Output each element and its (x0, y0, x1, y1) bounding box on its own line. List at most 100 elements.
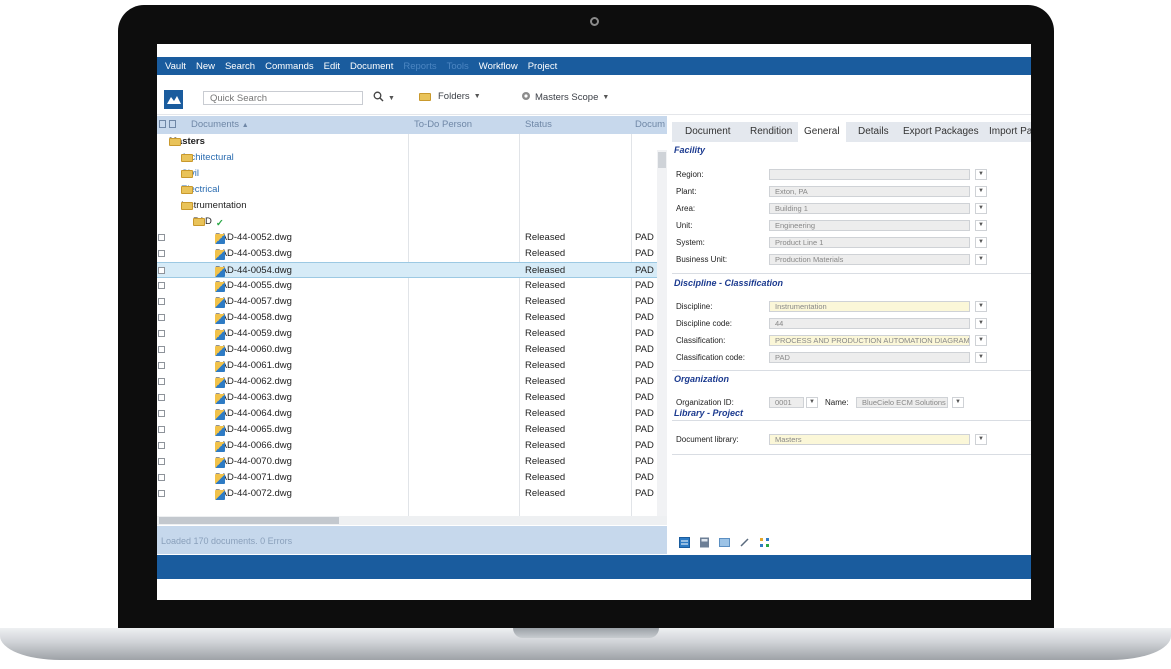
organization-name-field[interactable]: BlueCielo ECM Solutions (856, 397, 948, 408)
dropdown-arrow-icon[interactable]: ▼ (975, 301, 987, 312)
file-row[interactable]: PAD-44-0058.dwg Released PAD (157, 310, 667, 326)
dropdown-arrow-icon[interactable]: ▼ (975, 335, 987, 346)
row-checkbox[interactable] (158, 426, 165, 433)
dropdown-arrow-icon[interactable]: ▼ (975, 186, 987, 197)
scrollbar-thumb[interactable] (658, 152, 666, 168)
file-row[interactable]: PAD-44-0052.dwg Released PAD (157, 230, 667, 246)
file-row[interactable]: PAD-44-0072.dwg Released PAD (157, 486, 667, 502)
row-checkbox[interactable] (158, 394, 165, 401)
area-field[interactable]: Building 1 (769, 203, 970, 214)
row-checkbox[interactable] (158, 314, 165, 321)
tab-import-packages[interactable]: Import Pa (989, 126, 1031, 137)
preview-icon[interactable] (719, 537, 730, 548)
discipline-code-field[interactable]: 44 (769, 318, 970, 329)
file-row[interactable]: PAD-44-0062.dwg Released PAD (157, 374, 667, 390)
plant-field[interactable]: Exton, PA (769, 186, 970, 197)
menu-document[interactable]: Document (350, 61, 393, 72)
dropdown-arrow-icon[interactable]: ▼ (975, 434, 987, 445)
row-checkbox[interactable] (158, 474, 165, 481)
dropdown-arrow-icon[interactable]: ▼ (975, 237, 987, 248)
row-checkbox[interactable] (158, 234, 165, 241)
tab-general[interactable]: General (798, 122, 846, 142)
file-row[interactable]: PAD-44-0070.dwg Released PAD (157, 454, 667, 470)
file-row[interactable]: PAD-44-0064.dwg Released PAD (157, 406, 667, 422)
file-row[interactable]: PAD-44-0065.dwg Released PAD (157, 422, 667, 438)
vertical-scrollbar[interactable] (657, 150, 667, 516)
scrollbar-thumb[interactable] (159, 517, 339, 524)
row-checkbox[interactable] (158, 490, 165, 497)
row-checkbox[interactable] (158, 362, 165, 369)
file-row[interactable]: PAD-44-0071.dwg Released PAD (157, 470, 667, 486)
file-row[interactable]: PAD-44-0053.dwg Released PAD (157, 246, 667, 262)
classification-code-field[interactable]: PAD (769, 352, 970, 363)
dropdown-arrow-icon[interactable]: ▼ (975, 169, 987, 180)
menu-search[interactable]: Search (225, 61, 255, 72)
tree-folder-electrical[interactable]: ▷Electrical (157, 182, 667, 198)
tree-folder-architectural[interactable]: ▷Architectural (157, 150, 667, 166)
dropdown-arrow-icon[interactable]: ▼ (975, 203, 987, 214)
row-checkbox[interactable] (158, 282, 165, 289)
tab-document[interactable]: Document (685, 126, 731, 137)
quick-search-input[interactable] (203, 91, 363, 105)
menu-reports[interactable]: Reports (403, 61, 436, 72)
menu-project[interactable]: Project (528, 61, 558, 72)
properties-icon[interactable] (679, 537, 690, 548)
dropdown-arrow-icon[interactable]: ▼ (975, 352, 987, 363)
file-row[interactable]: PAD-44-0055.dwg Released PAD (157, 278, 667, 294)
grid-icon[interactable] (759, 537, 770, 548)
row-checkbox[interactable] (158, 250, 165, 257)
mountain-logo-icon[interactable] (164, 90, 183, 109)
row-checkbox[interactable] (158, 378, 165, 385)
menu-workflow[interactable]: Workflow (479, 61, 518, 72)
business-unit-field[interactable]: Production Materials (769, 254, 970, 265)
calculator-icon[interactable] (699, 537, 710, 548)
tree-folder-masters[interactable]: ◢Masters (157, 134, 667, 150)
tree-folder-instrumentation[interactable]: ◢Instrumentation (157, 198, 667, 214)
file-row[interactable]: PAD-44-0061.dwg Released PAD (157, 358, 667, 374)
column-status[interactable]: Status (525, 119, 552, 130)
column-todo-person[interactable]: To-Do Person (414, 119, 472, 130)
row-checkbox[interactable] (158, 458, 165, 465)
discipline-field[interactable]: Instrumentation (769, 301, 970, 312)
column-documents[interactable]: Documents ▲ (191, 119, 249, 130)
file-row[interactable]: PAD-44-0066.dwg Released PAD (157, 438, 667, 454)
tab-rendition[interactable]: Rendition (750, 126, 792, 137)
dropdown-arrow-icon[interactable]: ▼ (975, 318, 987, 329)
dropdown-arrow-icon[interactable]: ▼ (806, 397, 818, 408)
folders-button[interactable]: Folders ▼ (419, 91, 481, 102)
file-row[interactable]: PAD-44-0057.dwg Released PAD (157, 294, 667, 310)
column-document[interactable]: Docum (635, 119, 665, 130)
tree-folder-pad[interactable]: ◢PAD✓ (157, 214, 667, 230)
unit-field[interactable]: Engineering (769, 220, 970, 231)
organization-id-field[interactable]: 0001 (769, 397, 804, 408)
row-checkbox[interactable] (158, 298, 165, 305)
dropdown-arrow-icon[interactable]: ▼ (952, 397, 964, 408)
tab-details[interactable]: Details (858, 126, 889, 137)
classification-field[interactable]: PROCESS AND PRODUCTION AUTOMATION DIAGRA… (769, 335, 970, 346)
menu-tools[interactable]: Tools (447, 61, 469, 72)
file-row[interactable]: PAD-44-0054.dwg Released PAD (157, 262, 667, 278)
menu-edit[interactable]: Edit (324, 61, 340, 72)
row-checkbox[interactable] (158, 346, 165, 353)
file-row[interactable]: PAD-44-0060.dwg Released PAD (157, 342, 667, 358)
file-row[interactable]: PAD-44-0063.dwg Released PAD (157, 390, 667, 406)
tab-export-packages[interactable]: Export Packages (903, 126, 979, 137)
row-checkbox[interactable] (158, 442, 165, 449)
file-row[interactable]: PAD-44-0059.dwg Released PAD (157, 326, 667, 342)
tree-folder-civil[interactable]: ▷Civil (157, 166, 667, 182)
horizontal-scrollbar[interactable] (157, 516, 667, 525)
scope-button[interactable]: Masters Scope ▼ (521, 91, 609, 104)
region-field[interactable] (769, 169, 970, 180)
row-checkbox[interactable] (158, 410, 165, 417)
dropdown-arrow-icon[interactable]: ▼ (975, 254, 987, 265)
row-checkbox[interactable] (158, 267, 165, 274)
menu-vault[interactable]: Vault (165, 61, 186, 72)
menu-new[interactable]: New (196, 61, 215, 72)
link-icon[interactable] (739, 537, 750, 548)
document-library-field[interactable]: Masters (769, 434, 970, 445)
search-button[interactable]: ▼ (373, 91, 395, 105)
menu-commands[interactable]: Commands (265, 61, 314, 72)
select-all-icon[interactable] (159, 119, 177, 132)
system-field[interactable]: Product Line 1 (769, 237, 970, 248)
row-checkbox[interactable] (158, 330, 165, 337)
